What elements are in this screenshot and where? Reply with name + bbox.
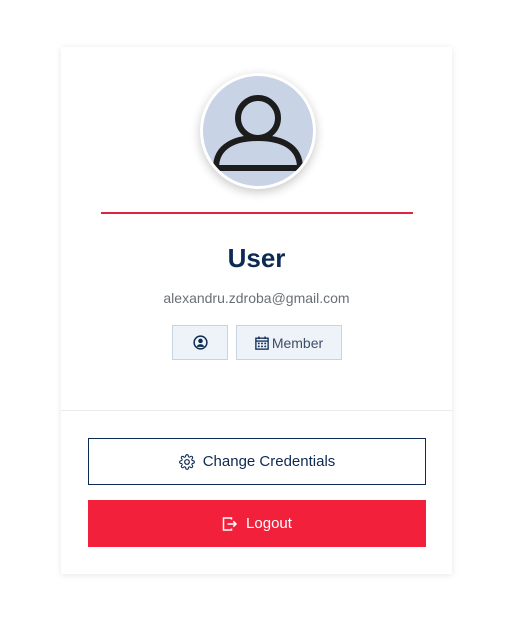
logout-label: Logout xyxy=(246,515,292,532)
change-credentials-button[interactable]: Change Credentials xyxy=(88,438,426,485)
profile-badge[interactable] xyxy=(172,325,228,360)
section-divider xyxy=(61,410,452,411)
gear-icon xyxy=(178,453,195,470)
user-silhouette-icon xyxy=(213,95,303,171)
user-email: alexandru.zdroba@gmail.com xyxy=(163,290,350,306)
member-badge[interactable]: Member xyxy=(236,325,342,360)
avatar xyxy=(200,73,316,189)
logout-button[interactable]: Logout xyxy=(88,500,426,547)
calendar-icon xyxy=(255,335,269,350)
logout-icon xyxy=(222,516,238,532)
accent-divider xyxy=(101,212,413,214)
user-circle-icon xyxy=(192,335,208,350)
profile-card: User alexandru.zdroba@gmail.com Member C… xyxy=(61,47,452,574)
change-credentials-label: Change Credentials xyxy=(202,453,336,470)
user-name: User xyxy=(227,243,286,273)
member-label: Member xyxy=(271,334,324,351)
